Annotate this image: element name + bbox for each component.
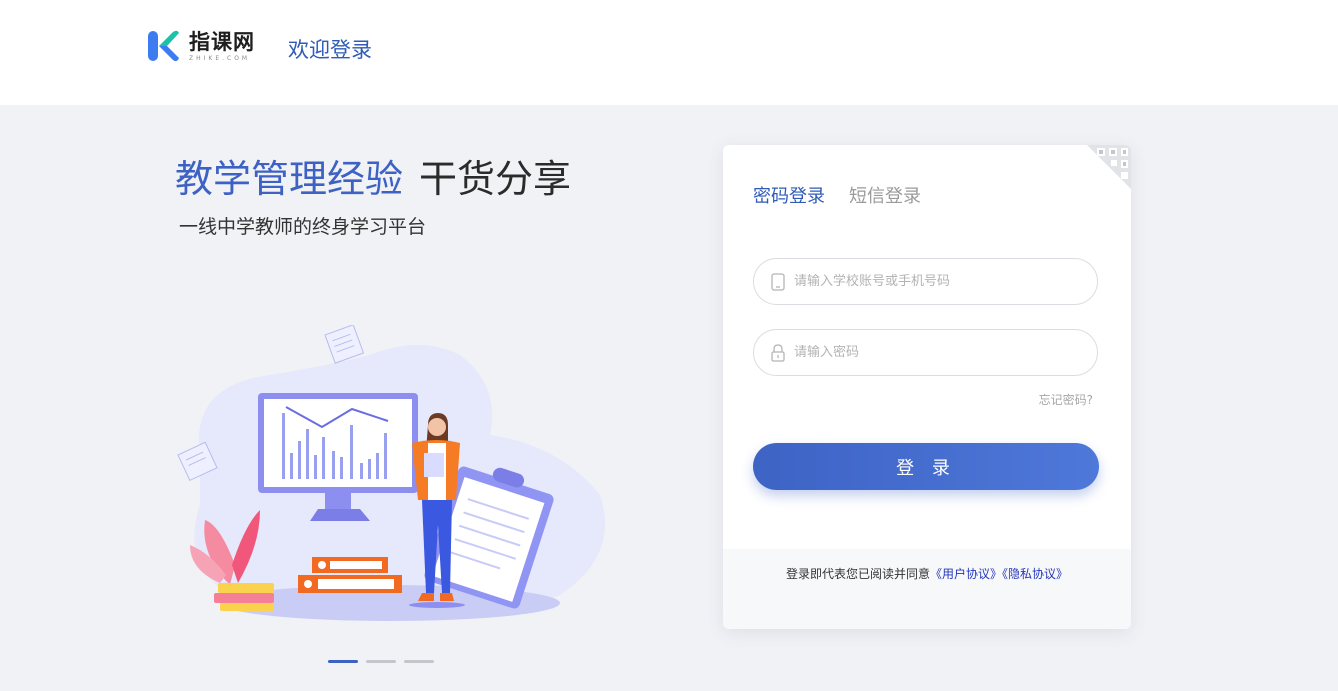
logo-k-icon bbox=[148, 30, 179, 62]
logo-domain: ZHIKE.COM bbox=[189, 54, 251, 62]
hero-illustration bbox=[177, 325, 605, 621]
privacy-agreement-link[interactable]: 《隐私协议》 bbox=[1002, 567, 1068, 581]
paper-doodle-top bbox=[324, 325, 365, 364]
logo-text: 指课网 bbox=[189, 29, 255, 54]
carousel-dot-2[interactable] bbox=[366, 660, 396, 663]
hero-title-secondary: 干货分享 bbox=[419, 157, 572, 201]
tab-sms-login[interactable]: 短信登录 bbox=[849, 185, 921, 209]
password-input[interactable] bbox=[794, 345, 1074, 360]
tab-password-login[interactable]: 密码登录 bbox=[753, 185, 825, 209]
account-input[interactable] bbox=[794, 274, 1074, 289]
user-agreement-link[interactable]: 《用户协议》 bbox=[930, 567, 1002, 581]
site-logo[interactable]: 指课网 ZHIKE.COM bbox=[147, 29, 255, 63]
hero-title-highlight: 教学管理经验 bbox=[175, 157, 404, 201]
main-area: 教学管理经验 干货分享 一线中学教师的终身学习平台 密码登录 短信登录 请输入学… bbox=[0, 105, 1338, 691]
phone-icon bbox=[771, 272, 785, 291]
lock-icon bbox=[771, 343, 785, 362]
agreement-text: 登录即代表您已阅读并同意 bbox=[785, 567, 930, 581]
login-button[interactable]: 登 录 bbox=[753, 443, 1099, 490]
hero-title: 教学管理经验 干货分享 bbox=[175, 155, 571, 203]
page-title: 欢迎登录 bbox=[288, 38, 372, 62]
header: 指课网 ZHIKE.COM 欢迎登录 bbox=[0, 0, 1338, 105]
login-card: 密码登录 短信登录 忘记密码? 登 录 登录即代表您已阅读并同意《用户协议》《隐… bbox=[723, 145, 1131, 629]
hero-subtitle: 一线中学教师的终身学习平台 bbox=[179, 216, 427, 238]
books bbox=[214, 583, 274, 611]
binders bbox=[298, 557, 402, 593]
qr-code-icon[interactable] bbox=[1087, 145, 1131, 189]
login-tabs: 密码登录 短信登录 bbox=[753, 185, 921, 209]
agreement-bar: 登录即代表您已阅读并同意《用户协议》《隐私协议》 bbox=[723, 549, 1131, 629]
carousel-indicators bbox=[328, 660, 434, 663]
forgot-password-link[interactable]: 忘记密码? bbox=[1039, 391, 1093, 408]
password-field[interactable] bbox=[753, 329, 1098, 376]
carousel-dot-1[interactable] bbox=[328, 660, 358, 663]
carousel-dot-3[interactable] bbox=[404, 660, 434, 663]
account-field[interactable] bbox=[753, 258, 1098, 305]
